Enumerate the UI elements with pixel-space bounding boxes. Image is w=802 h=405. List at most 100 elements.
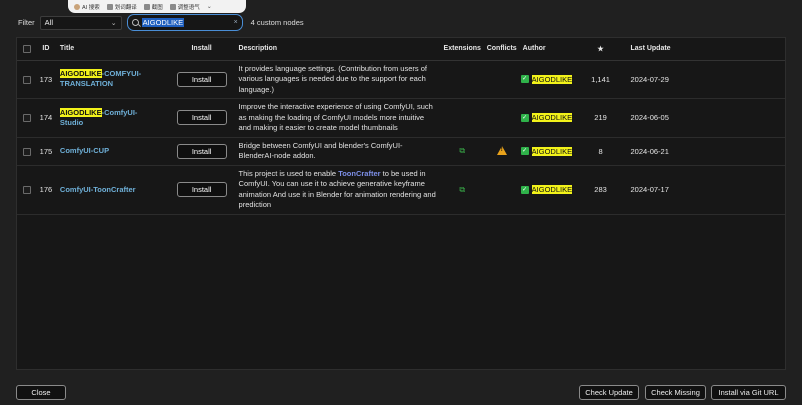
row-author-cell: ✓ AIGODLIKE (520, 98, 585, 138)
filter-bar: Filter All ⌄ AIGODLIKE × 4 custom nodes (18, 14, 304, 31)
floating-toolbar: AI 搜索 划词翻译 截图 调整语气 ⌄ (68, 0, 246, 13)
node-title-link[interactable]: ComfyUI-ToonCrafter (60, 185, 159, 195)
install-button[interactable]: Install (176, 110, 227, 126)
row-id: 176 (36, 165, 55, 215)
install-button[interactable]: Install (176, 143, 227, 159)
row-extensions: ⧉ (441, 165, 483, 215)
tone-item[interactable]: 调整语气 (169, 3, 200, 11)
ai-avatar-icon (74, 3, 80, 10)
clear-search-icon[interactable]: × (234, 19, 238, 26)
row-install-cell: Install (164, 98, 239, 138)
row-checkbox[interactable] (22, 75, 31, 84)
check-missing-button[interactable]: Check Missing (645, 385, 706, 400)
extensions-icon[interactable]: ⧉ (459, 185, 465, 194)
filter-select[interactable]: All ⌄ (39, 15, 122, 30)
column-author[interactable]: Author (520, 38, 585, 61)
node-table: ID Title Install Description Extensions … (17, 38, 785, 215)
row-select-cell (17, 165, 37, 215)
filter-selected-value: All (44, 18, 54, 27)
column-last-update[interactable]: Last Update (616, 38, 785, 61)
column-title[interactable]: Title (54, 38, 165, 61)
filter-label: Filter (18, 18, 35, 27)
row-extensions (441, 60, 483, 99)
row-conflicts (482, 98, 521, 138)
table-row: 176 ComfyUI-ToonCrafter Install This projec… (17, 165, 785, 215)
verified-check-icon: ✓ (520, 185, 529, 194)
description-text: Bridge between ComfyUI and blender's Com… (238, 140, 403, 161)
description-text: It provides language settings. (Contribu… (238, 63, 427, 94)
ai-search-label: AI 搜索 (82, 4, 100, 11)
row-description: Bridge between ComfyUI and blender's Com… (238, 137, 442, 166)
description-link[interactable]: ToonCrafter (338, 169, 380, 178)
table-row: 174 AIGODLIKE-ComfyUI-Studio Install Improv… (17, 98, 785, 138)
verified-check-icon: ✓ (520, 75, 529, 84)
node-title-link[interactable]: ComfyUI-CUP (60, 146, 159, 156)
author-name[interactable]: AIGODLIKE (531, 113, 573, 123)
column-id[interactable]: ID (36, 38, 55, 61)
install-git-url-button[interactable]: Install via Git URL (711, 385, 786, 400)
row-conflicts (482, 165, 521, 215)
author-name[interactable]: AIGODLIKE (531, 74, 573, 84)
node-title-link[interactable]: AIGODLIKE-ComfyUI-Studio (59, 107, 159, 128)
row-checkbox[interactable] (22, 147, 31, 156)
row-title-cell: ComfyUI-ToonCrafter (54, 165, 165, 215)
table-row: 173 AIGODLIKE-COMFYUI-TRANSLATION Install I… (17, 60, 785, 99)
row-install-cell: Install (164, 60, 239, 99)
ai-search-item[interactable]: AI 搜索 (74, 3, 100, 11)
row-description: Improve the interactive experience of us… (238, 98, 442, 138)
screenshot-icon (143, 3, 150, 10)
row-conflicts (482, 60, 521, 99)
translate-icon (106, 3, 113, 10)
table-header-row: ID Title Install Description Extensions … (17, 38, 785, 61)
voice-icon (169, 3, 176, 10)
search-box[interactable]: AIGODLIKE × (126, 14, 243, 31)
title-highlight: AIGODLIKE (59, 107, 102, 117)
screenshot-label: 截图 (151, 4, 163, 11)
row-select-cell (17, 137, 37, 166)
column-extensions: Extensions (441, 38, 483, 61)
row-stars: 219 (584, 98, 617, 138)
select-all-header (17, 38, 37, 61)
check-update-button[interactable]: Check Update (579, 385, 639, 400)
row-title-cell: AIGODLIKE-ComfyUI-Studio (54, 98, 165, 138)
row-select-cell (17, 60, 37, 99)
chevron-down-icon: ⌄ (110, 19, 117, 27)
close-button[interactable]: Close (16, 385, 66, 400)
install-button[interactable]: Install (176, 182, 227, 197)
title-highlight: AIGODLIKE (59, 69, 102, 79)
table-body: 173 AIGODLIKE-COMFYUI-TRANSLATION Install I… (17, 60, 785, 215)
chevron-down-icon[interactable]: ⌄ (207, 3, 212, 10)
row-author-cell: ✓ AIGODLIKE (520, 60, 585, 99)
search-icon (131, 19, 139, 26)
warning-icon[interactable] (496, 145, 507, 155)
title-rest: ComfyUI-CUP (59, 146, 110, 155)
row-select-cell (17, 98, 37, 138)
row-last-update: 2024-06-05 (616, 98, 785, 138)
node-count: 4 custom nodes (250, 18, 304, 27)
select-all-checkbox[interactable] (22, 44, 31, 53)
row-checkbox[interactable] (22, 186, 31, 194)
table-row: 175 ComfyUI-CUP Install Bridge between Comf… (17, 137, 785, 166)
author-name[interactable]: AIGODLIKE (531, 185, 573, 194)
column-stars[interactable]: ★ (584, 38, 617, 61)
row-title-cell: ComfyUI-CUP (54, 137, 165, 166)
verified-check-icon: ✓ (520, 147, 529, 155)
install-button[interactable]: Install (176, 71, 227, 87)
column-description: Description (238, 38, 442, 61)
row-stars: 283 (584, 165, 617, 215)
row-last-update: 2024-07-29 (616, 60, 785, 99)
description-text: Improve the interactive experience of us… (238, 102, 433, 132)
row-title-cell: AIGODLIKE-COMFYUI-TRANSLATION (54, 60, 165, 99)
row-checkbox[interactable] (22, 114, 31, 123)
author-name[interactable]: AIGODLIKE (531, 146, 573, 156)
node-list-panel: ID Title Install Description Extensions … (16, 37, 786, 370)
search-input[interactable]: AIGODLIKE (141, 18, 185, 27)
column-install: Install (164, 38, 239, 61)
node-title-link[interactable]: AIGODLIKE-COMFYUI-TRANSLATION (59, 69, 159, 89)
row-description: It provides language settings. (Contribu… (238, 60, 442, 99)
row-extensions: ⧉ (441, 137, 483, 166)
translate-item[interactable]: 划词翻译 (106, 3, 137, 11)
extensions-icon[interactable]: ⧉ (459, 146, 465, 155)
screenshot-item[interactable]: 截图 (143, 3, 163, 11)
row-install-cell: Install (164, 165, 239, 215)
